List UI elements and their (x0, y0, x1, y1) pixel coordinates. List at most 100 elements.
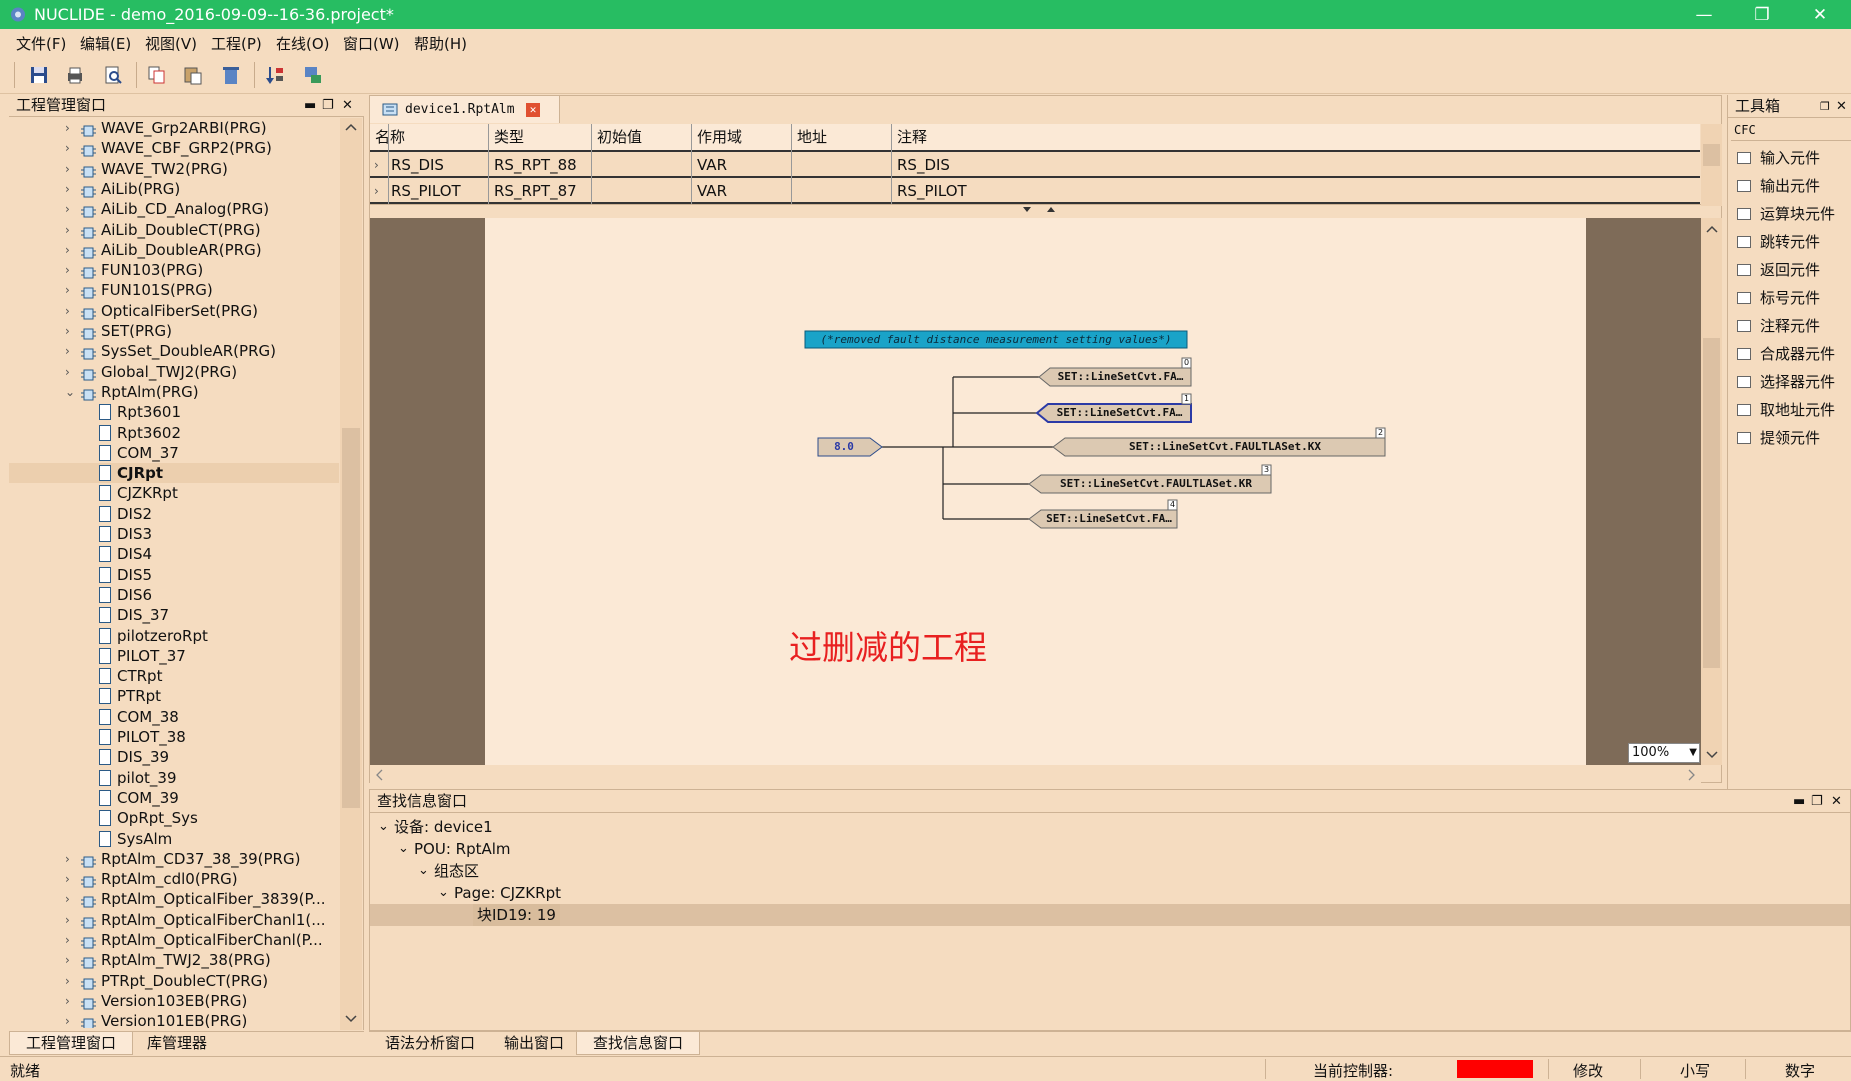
print-icon[interactable] (64, 64, 86, 86)
sort-icon[interactable] (264, 64, 286, 86)
tree-item-program[interactable]: › RptAlm_TWJ2_38(PRG) (9, 950, 339, 970)
tree-item-program[interactable]: › AiLib_DoubleCT(PRG) (9, 220, 339, 240)
col-address[interactable]: 地址 (792, 124, 827, 150)
tree-item-program[interactable]: › OpticalFiberSet(PRG) (9, 301, 339, 321)
tree-item-page[interactable]: DIS3 (9, 524, 339, 544)
row-scope[interactable]: VAR (692, 152, 727, 178)
collapsed-chevron-icon[interactable]: › (65, 179, 70, 199)
row-comment[interactable]: RS_PILOT (892, 178, 967, 204)
tree-item-program[interactable]: › AiLib_DoubleAR(PRG) (9, 240, 339, 260)
expanded-chevron-icon[interactable]: ⌄ (438, 882, 449, 904)
tree-item-page[interactable]: Rpt3602 (9, 423, 339, 443)
expanded-chevron-icon[interactable]: ⌄ (65, 382, 75, 402)
collapsed-chevron-icon[interactable]: › (65, 362, 70, 382)
collapsed-chevron-icon[interactable]: › (65, 889, 70, 909)
collapsed-chevron-icon[interactable]: › (65, 280, 70, 300)
expanded-chevron-icon[interactable]: ⌄ (418, 860, 429, 882)
collapsed-chevron-icon[interactable]: › (65, 159, 70, 179)
tree-item-page[interactable]: OpRpt_Sys (9, 808, 339, 828)
tree-item-program[interactable]: › WAVE_TW2(PRG) (9, 159, 339, 179)
output-label-0[interactable]: SET::LineSetCvt.FA… (1050, 368, 1191, 386)
col-comment[interactable]: 注释 (892, 124, 927, 150)
scroll-left-icon[interactable] (374, 769, 384, 781)
col-scope[interactable]: 作用域 (692, 124, 742, 150)
collapsed-chevron-icon[interactable]: › (65, 991, 70, 1011)
table-scroll-thumb[interactable] (1703, 144, 1720, 166)
save-icon[interactable] (28, 64, 50, 86)
tab-syntax-analysis[interactable]: 语法分析窗口 (369, 1032, 491, 1055)
collapsed-chevron-icon[interactable]: › (65, 971, 70, 991)
tree-item-page[interactable]: DIS_37 (9, 605, 339, 625)
toolbox-item[interactable]: 输入元件 (1733, 146, 1851, 170)
table-scrollbar[interactable] (1701, 124, 1722, 206)
collapsed-chevron-icon[interactable]: › (65, 199, 70, 219)
tree-item-page[interactable]: SysAlm (9, 829, 339, 849)
tree-item-page[interactable]: COM_37 (9, 443, 339, 463)
tree-item-program[interactable]: › WAVE_Grp2ARBI(PRG) (9, 118, 339, 138)
toolbox-item[interactable]: 合成器元件 (1733, 342, 1851, 366)
panel-close-icon[interactable]: ✕ (342, 95, 353, 117)
tree-item-program[interactable]: › RptAlm_CD37_38_39(PRG) (9, 849, 339, 869)
panel-close-icon[interactable]: ✕ (1836, 96, 1847, 118)
table-row[interactable]: › RS_PILOT RS_RPT_87 VAR RS_PILOT (370, 178, 1700, 204)
tree-item-page[interactable]: CJRpt (9, 463, 339, 484)
close-button[interactable]: ✕ (1791, 0, 1849, 29)
tree-item-page[interactable]: CJZKRpt (9, 483, 339, 503)
panel-minimize-icon[interactable]: ▬ (304, 95, 316, 117)
tree-item-program[interactable]: › AiLib_CD_Analog(PRG) (9, 199, 339, 219)
find-tree-node[interactable]: ⌄ POU: RptAlm (370, 838, 1850, 860)
collapsed-chevron-icon[interactable]: › (65, 950, 70, 970)
scroll-thumb[interactable] (1703, 338, 1720, 668)
menu-edit[interactable]: 编辑(E) (80, 33, 131, 54)
toolbox-item[interactable]: 提领元件 (1733, 426, 1851, 450)
scroll-thumb[interactable] (342, 428, 360, 808)
collapsed-chevron-icon[interactable]: › (65, 849, 70, 869)
output-label-2[interactable]: SET::LineSetCvt.FAULTLASet.KX (1065, 438, 1385, 456)
tree-item-program[interactable]: › Version103EB(PRG) (9, 991, 339, 1011)
tree-item-page[interactable]: DIS_39 (9, 747, 339, 767)
download-icon[interactable] (302, 64, 324, 86)
diagram-sheet[interactable]: (*removed fault distance measurement set… (485, 218, 1586, 765)
toolbox-item[interactable]: 取地址元件 (1733, 398, 1851, 422)
tab-output[interactable]: 输出窗口 (488, 1032, 580, 1055)
row-type[interactable]: RS_RPT_87 (489, 178, 577, 204)
find-tree-node[interactable]: ⌄ Page: CJZKRpt (370, 882, 1850, 904)
input-value[interactable]: 8.0 (818, 438, 870, 456)
toolbox-item[interactable]: 注释元件 (1733, 314, 1851, 338)
tree-item-page[interactable]: DIS5 (9, 565, 339, 585)
find-tree-node[interactable]: ⌄ 组态区 (370, 860, 1850, 882)
diagram-vscrollbar[interactable] (1701, 218, 1722, 765)
output-label-3[interactable]: SET::LineSetCvt.FAULTLASet.KR (1041, 475, 1271, 493)
tree-item-page[interactable]: PILOT_38 (9, 727, 339, 747)
tree-item-program[interactable]: › RptAlm_OpticalFiber_3839(P... (9, 889, 339, 909)
toolbox-category[interactable]: CFC (1731, 119, 1851, 141)
col-type[interactable]: 类型 (489, 124, 524, 150)
tree-item-page[interactable]: CTRpt (9, 666, 339, 686)
collapsed-chevron-icon[interactable]: › (65, 220, 70, 240)
find-tree-node[interactable]: ⌄ 设备: device1 (370, 816, 1850, 838)
copy-icon[interactable] (146, 64, 168, 86)
collapsed-chevron-icon[interactable]: › (65, 240, 70, 260)
menu-project[interactable]: 工程(P) (211, 33, 262, 54)
output-label-1[interactable]: SET::LineSetCvt.FA… (1048, 404, 1191, 422)
tree-item-program[interactable]: › SysSet_DoubleAR(PRG) (9, 341, 339, 361)
scroll-down-icon[interactable] (345, 1014, 357, 1024)
table-row[interactable]: › RS_DIS RS_RPT_88 VAR RS_DIS (370, 152, 1700, 178)
menu-file[interactable]: 文件(F) (16, 33, 66, 54)
zoom-select[interactable]: 100% ▼ (1628, 743, 1700, 763)
toolbox-item[interactable]: 跳转元件 (1733, 230, 1851, 254)
row-type[interactable]: RS_RPT_88 (489, 152, 577, 178)
splitter-arrows-icon[interactable] (1021, 206, 1061, 214)
tree-item-page[interactable]: DIS2 (9, 504, 339, 524)
tree-item-page[interactable]: Rpt3601 (9, 402, 339, 422)
chevron-down-icon[interactable]: ▼ (1689, 744, 1697, 762)
cfc-diagram[interactable] (485, 218, 1586, 765)
tree-item-program[interactable]: › Version101EB(PRG) (9, 1011, 339, 1028)
panel-minimize-icon[interactable]: ▬ (1793, 791, 1805, 813)
menu-window[interactable]: 窗口(W) (343, 33, 400, 54)
panel-close-icon[interactable]: ✕ (1831, 791, 1842, 813)
tree-item-program[interactable]: › FUN101S(PRG) (9, 280, 339, 300)
minimize-button[interactable]: — (1675, 0, 1733, 29)
restore-button[interactable]: ❐ (1733, 0, 1791, 29)
find-tree-node[interactable]: 块ID19: 19 (370, 904, 1850, 926)
